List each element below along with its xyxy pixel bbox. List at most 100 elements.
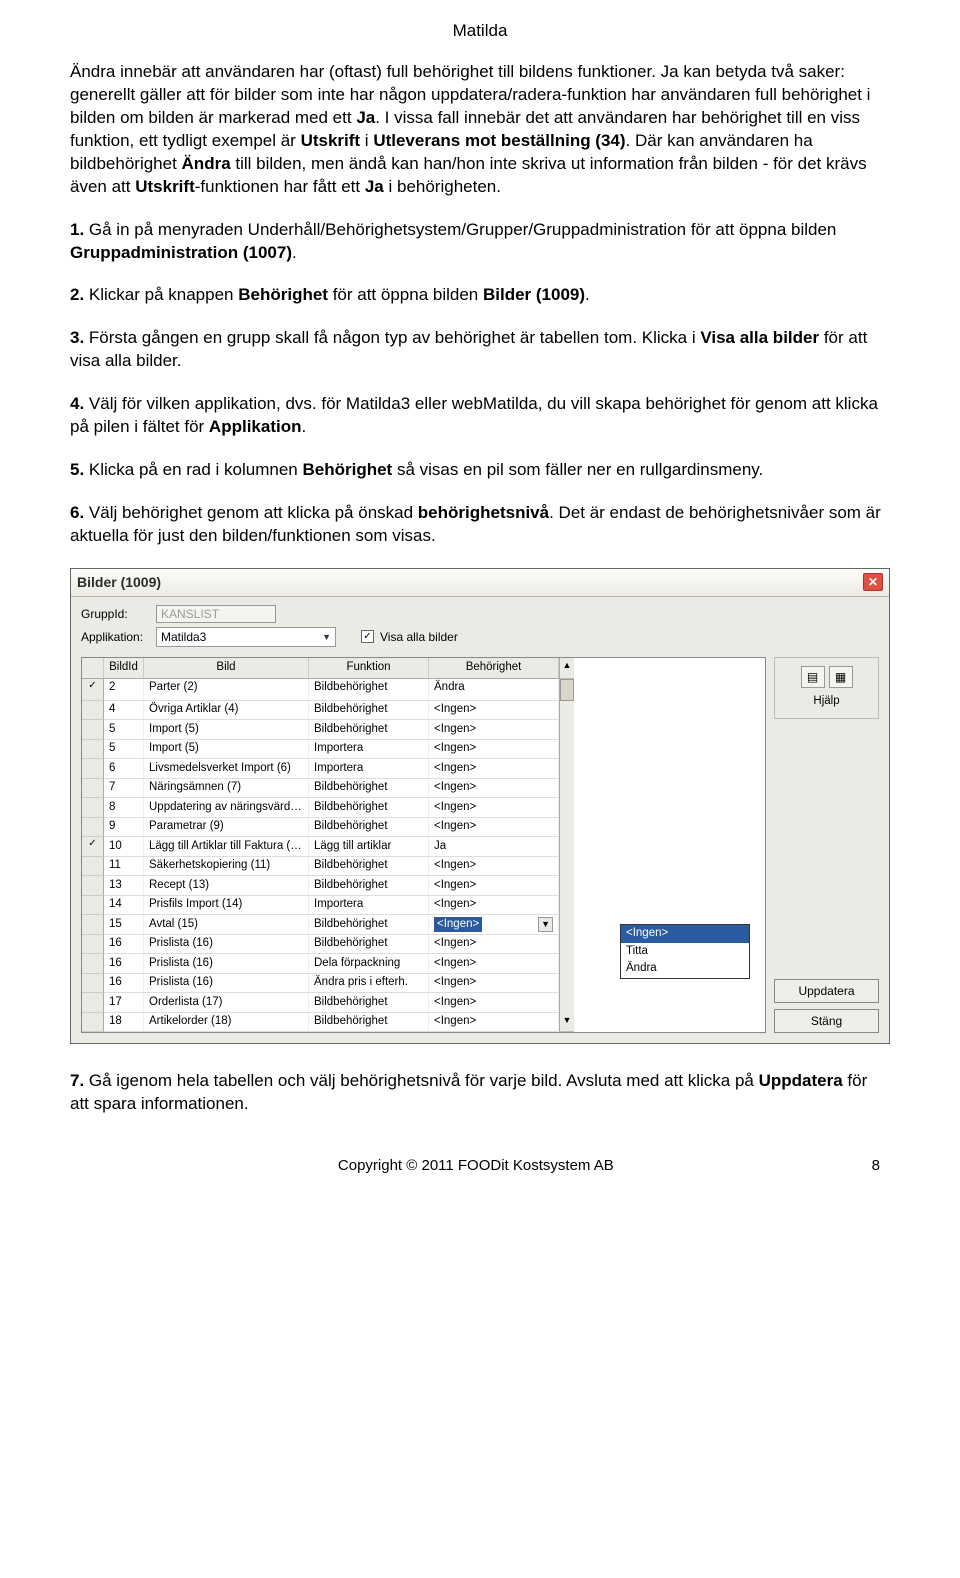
cell-bild: Avtal (15) [144,915,309,935]
bold: Uppdatera [759,1071,843,1090]
window-title: Bilder (1009) [77,573,863,592]
scrollbar-track[interactable] [559,974,574,994]
help-label[interactable]: Hjälp [813,694,839,710]
cell-behorighet[interactable]: <Ingen> [429,740,559,760]
cell-behorighet[interactable]: <Ingen> [429,720,559,740]
cell-behorighet[interactable]: <Ingen> [429,896,559,916]
combo-value: Matilda3 [161,629,206,645]
cell-funktion: Importera [309,759,429,779]
gruppid-label: GruppId: [81,606,156,622]
bold-ja2: Ja [365,177,384,196]
applikation-label: Applikation: [81,629,156,645]
row-check [82,701,104,721]
text: -funktionen har fått ett [195,177,365,196]
close-button[interactable]: ✕ [863,573,883,591]
form-area: GruppId: Applikation: Matilda3 ▼ ✓ Visa … [71,597,889,657]
row-check: ✓ [82,837,104,857]
checkbox-label: Visa alla bilder [380,629,458,645]
bold: Gruppadministration (1007) [70,243,292,262]
scrollbar-track[interactable] [559,935,574,955]
cell-bild: Import (5) [144,740,309,760]
chevron-down-icon[interactable]: ▼ [538,917,553,931]
scrollbar-track[interactable] [559,798,574,818]
cell-bildid: 9 [104,818,144,838]
scrollbar-track[interactable] [559,896,574,916]
bold: Visa alla bilder [700,328,819,347]
cell-funktion: Ändra pris i efterh. [309,974,429,994]
col-funktion-header: Funktion [309,658,429,679]
cell-behorighet[interactable]: <Ingen> [429,759,559,779]
col-bildid-header: BildId [104,658,144,679]
cell-behorighet[interactable]: Ja [429,837,559,857]
cell-behorighet-selected[interactable]: <Ingen>▼ [429,915,559,935]
text: i [360,131,373,150]
row-check [82,915,104,935]
applikation-combo[interactable]: Matilda3 ▼ [156,627,336,647]
scroll-down-icon[interactable]: ▼ [559,1013,574,1033]
dd-option-andra[interactable]: Ändra [621,960,749,978]
cell-behorighet[interactable]: <Ingen> [429,818,559,838]
scrollbar-track[interactable] [559,759,574,779]
page-header: Matilda [70,20,890,43]
row-check [82,798,104,818]
step-1: 1. Gå in på menyraden Underhåll/Behörigh… [70,219,890,265]
cell-behorighet[interactable]: Ändra [429,679,559,701]
cell-bild: Orderlista (17) [144,993,309,1013]
toolbar-icon-2[interactable]: ▦ [829,666,853,688]
toolbar-icon-1[interactable]: ▤ [801,666,825,688]
scrollbar-track[interactable] [559,740,574,760]
cell-behorighet[interactable]: <Ingen> [429,779,559,799]
stang-button[interactable]: Stäng [774,1009,879,1033]
cell-funktion: Dela förpackning [309,954,429,974]
scrollbar-track[interactable] [559,818,574,838]
scrollbar-track[interactable] [559,837,574,857]
scrollbar-track[interactable] [559,720,574,740]
scrollbar-track[interactable] [559,779,574,799]
scrollbar-track[interactable] [559,993,574,1013]
cell-behorighet[interactable]: <Ingen> [429,857,559,877]
scrollbar-track[interactable] [559,857,574,877]
cell-behorighet[interactable]: <Ingen> [429,1013,559,1033]
scrollbar-track[interactable] [559,876,574,896]
bold-utskrift2: Utskrift [135,177,195,196]
scrollbar-track[interactable] [559,954,574,974]
visa-alla-checkbox[interactable]: ✓ Visa alla bilder [361,629,458,645]
cell-funktion: Bildbehörighet [309,993,429,1013]
text: Välj behörighet genom att klicka på önsk… [84,503,418,522]
cell-bild: Uppdatering av näringsvärde ( [144,798,309,818]
scrollbar-track[interactable] [559,915,574,935]
bold-utskrift: Utskrift [301,131,361,150]
behorighet-dropdown[interactable]: <Ingen> Titta Ändra [620,924,750,979]
row-check [82,896,104,916]
cell-bild: Övriga Artiklar (4) [144,701,309,721]
text: Välj för vilken applikation, dvs. för Ma… [70,394,878,436]
step-num: 6. [70,503,84,522]
uppdatera-button[interactable]: Uppdatera [774,979,879,1003]
cell-behorighet[interactable]: <Ingen> [429,993,559,1013]
cell-behorighet[interactable]: <Ingen> [429,974,559,994]
scrollbar-track[interactable] [559,701,574,721]
cell-behorighet[interactable]: <Ingen> [429,876,559,896]
row-check [82,857,104,877]
cell-behorighet[interactable]: <Ingen> [429,954,559,974]
side-panel: ▤ ▦ Hjälp Uppdatera Stäng [774,657,879,1033]
cell-bild: Prislista (16) [144,974,309,994]
cell-bildid: 15 [104,915,144,935]
row-check [82,974,104,994]
step-6: 6. Välj behörighet genom att klicka på ö… [70,502,890,548]
data-grid[interactable]: BildIdBildFunktionBehörighet▲✓2Parter (2… [81,657,766,1033]
dd-option-ingen[interactable]: <Ingen> [621,925,749,943]
scrollbar-track[interactable] [559,679,574,701]
bold-andra: Ändra [182,154,231,173]
bold-ja: Ja [356,108,375,127]
footer: Copyright © 2011 FOODit Kostsystem AB 8 [70,1156,890,1176]
scroll-up-icon[interactable]: ▲ [559,658,574,679]
step-7: 7. Gå igenom hela tabellen och välj behö… [70,1070,890,1116]
copyright: Copyright © 2011 FOODit Kostsystem AB [338,1156,614,1176]
cell-behorighet[interactable]: <Ingen> [429,798,559,818]
cell-behorighet[interactable]: <Ingen> [429,935,559,955]
dd-option-titta[interactable]: Titta [621,943,749,961]
step-2: 2. Klickar på knappen Behörighet för att… [70,284,890,307]
bilder-window: Bilder (1009) ✕ GruppId: Applikation: Ma… [70,568,890,1044]
cell-behorighet[interactable]: <Ingen> [429,701,559,721]
